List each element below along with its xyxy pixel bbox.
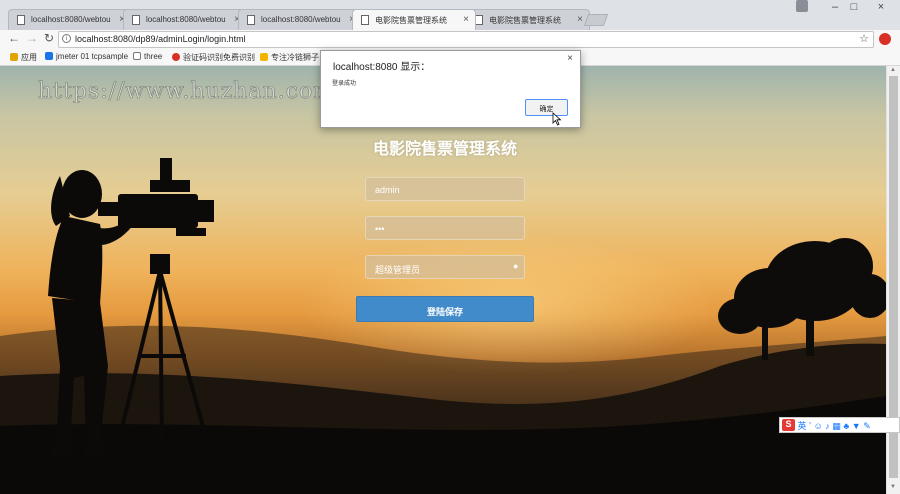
bookmark-jmeter[interactable]: jmeter 01 tcpsample	[45, 52, 128, 61]
close-icon[interactable]: ×	[463, 14, 469, 25]
bookmark-three[interactable]: three	[133, 52, 162, 61]
ime-toolbar[interactable]: S 英 ʼ ☺ ♪ ▦ ♣ ▼ ✎	[779, 417, 900, 433]
shirt-icon[interactable]: ▼	[852, 421, 861, 431]
sogou-logo-icon[interactable]: S	[782, 419, 795, 431]
reload-icon[interactable]: ↻	[41, 31, 57, 45]
tab-label: 电影院售票管理系统	[375, 16, 447, 25]
bookmark-label: 验证码识别免费识别	[183, 53, 255, 62]
password-value: •••	[375, 224, 385, 234]
scroll-up-arrow-icon[interactable]: ▲	[890, 67, 896, 73]
login-submit-button[interactable]: 登陆保存	[356, 296, 534, 322]
back-arrow-icon[interactable]: ←	[6, 31, 22, 45]
bookmark-captcha[interactable]: 验证码识别免费识别	[172, 52, 255, 63]
scroll-down-arrow-icon[interactable]: ▼	[890, 484, 896, 490]
bookmark-label: three	[144, 52, 163, 61]
document-icon	[247, 15, 255, 25]
alert-dialog: localhost:8080 显示： × 登录成功 确定	[320, 50, 581, 128]
dialog-title: localhost:8080 显示：	[333, 62, 431, 73]
wrench-icon[interactable]: ✎	[863, 421, 871, 431]
window-close-icon[interactable]: ×	[866, 1, 896, 13]
browser-tab-1[interactable]: localhost:8080/webtou ×	[8, 9, 132, 30]
document-icon	[361, 15, 369, 25]
document-icon	[17, 15, 25, 25]
maximize-icon[interactable]: □	[839, 1, 869, 13]
bookmark-label: 应用	[21, 53, 37, 62]
address-bar[interactable]: i localhost:8080/dp89/adminLogin/login.h…	[58, 31, 874, 48]
emoji-icon[interactable]: ☺	[814, 421, 823, 431]
browser-tab-5[interactable]: 电影院售票管理系统 ×	[466, 9, 590, 30]
hand-bookmark-icon	[260, 53, 268, 61]
new-tab-button[interactable]	[583, 14, 609, 26]
info-icon[interactable]: i	[62, 34, 71, 43]
bookmark-label: jmeter 01 tcpsample	[56, 52, 129, 61]
red-bookmark-icon	[172, 53, 180, 61]
camera-silhouette	[98, 158, 214, 236]
bookmark-star-icon[interactable]: ☆	[859, 32, 869, 45]
browser-tab-2[interactable]: localhost:8080/webtou ×	[123, 9, 247, 30]
username-field[interactable]: admin	[365, 177, 525, 201]
page-bookmark-icon	[133, 52, 141, 60]
role-select[interactable]: 超级管理员 ◆	[365, 255, 525, 279]
profile-icon[interactable]	[796, 0, 808, 12]
password-field[interactable]: •••	[365, 216, 525, 240]
forward-arrow-icon[interactable]: →	[24, 31, 40, 45]
close-icon[interactable]: ×	[577, 14, 583, 25]
landscape-silhouette	[0, 158, 886, 494]
chevron-down-icon: ◆	[513, 264, 518, 270]
shield-bookmark-icon	[45, 52, 53, 60]
browser-tab-4[interactable]: 电影院售票管理系统 ×	[352, 9, 476, 30]
ime-mode-label[interactable]: 英	[798, 421, 807, 431]
username-value: admin	[375, 185, 400, 195]
dialog-message: 登录成功	[332, 81, 357, 87]
bookmark-apps[interactable]: 应用	[10, 52, 37, 63]
skin-icon[interactable]: ♣	[843, 421, 849, 431]
microphone-icon[interactable]: ♪	[825, 421, 830, 431]
extension-icon[interactable]	[879, 33, 891, 45]
bookmark-coldchain[interactable]: 专注冷链狮子	[260, 52, 319, 63]
mouse-cursor-icon	[552, 112, 562, 126]
tab-label: 电影院售票管理系统	[489, 16, 561, 25]
document-icon	[132, 15, 140, 25]
close-icon[interactable]: ×	[567, 53, 573, 64]
url-text: localhost:8080/dp89/adminLogin/login.htm…	[75, 34, 246, 44]
role-selected-value: 超级管理员	[375, 265, 421, 275]
bookmark-label: 专注冷链狮子	[271, 53, 319, 62]
keyboard-icon[interactable]: ▦	[832, 421, 841, 431]
browser-toolbar: ← → ↻ i localhost:8080/dp89/adminLogin/l…	[0, 30, 900, 49]
browser-tab-3[interactable]: localhost:8080/webtou ×	[238, 9, 362, 30]
browser-tab-strip: localhost:8080/webtou × localhost:8080/w…	[0, 0, 900, 30]
punctuation-icon[interactable]: ʼ	[809, 421, 811, 431]
tripod-head	[150, 254, 170, 274]
tab-label: localhost:8080/webtou	[146, 15, 226, 24]
tab-label: localhost:8080/webtou	[261, 15, 341, 24]
apps-grid-icon	[10, 53, 18, 61]
login-page-background: https://www.huzhan.com/ishop39397 电影院售票管…	[0, 66, 886, 494]
document-icon	[475, 15, 483, 25]
login-title: 电影院售票管理系统	[372, 141, 517, 158]
tab-label: localhost:8080/webtou	[31, 15, 111, 24]
